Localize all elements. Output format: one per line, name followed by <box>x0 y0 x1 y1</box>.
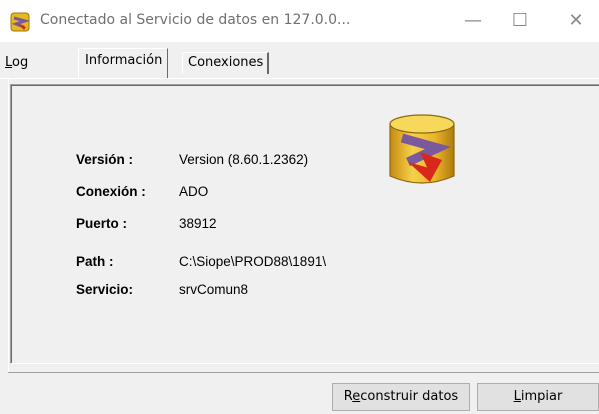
clear-button[interactable]: Limpiar <box>477 383 599 411</box>
tab-log-label-post: og <box>12 55 29 70</box>
tab-informacion-label: Información <box>85 53 163 68</box>
tab-informacion[interactable]: Información <box>78 48 169 78</box>
close-icon: ✕ <box>568 10 584 31</box>
tab-log-mnemonic: L <box>5 55 13 70</box>
maximize-icon: ☐ <box>511 10 529 31</box>
tab-page-border-bottom <box>8 372 599 373</box>
service-label: Servicio: <box>76 282 134 297</box>
minimize-icon: — <box>464 10 482 31</box>
database-logo-icon <box>389 114 455 184</box>
clear-mnemonic: L <box>513 389 521 404</box>
tab-conexiones-label: Conexiones <box>188 55 264 70</box>
version-label: Versión : <box>76 152 134 167</box>
port-label: Puerto : <box>76 216 128 231</box>
connection-label: Conexión : <box>76 184 146 199</box>
clear-label-post: impiar <box>520 389 563 404</box>
tab-log[interactable]: Log <box>2 53 31 75</box>
path-value: C:\Siope\PROD88\1891\ <box>179 254 327 269</box>
path-label: Path : <box>76 254 114 269</box>
window-title: Conectado al Servicio de datos en 127.0.… <box>40 12 351 28</box>
tab-page-border-left <box>8 78 9 372</box>
service-value: srvComun8 <box>179 282 249 297</box>
maximize-button[interactable]: ☐ <box>497 0 543 42</box>
rebuild-data-button[interactable]: Reconstruir datos <box>332 383 470 411</box>
tab-page-border-top <box>0 78 599 79</box>
rebuild-label-post: construir datos <box>360 389 459 404</box>
version-value: Version (8.60.1.2362) <box>179 152 309 167</box>
port-value: 38912 <box>179 216 217 231</box>
title-bar: Conectado al Servicio de datos en 127.0.… <box>0 0 599 42</box>
rebuild-label-pre: R <box>343 389 353 404</box>
close-button[interactable]: ✕ <box>553 0 599 42</box>
database-app-icon <box>10 12 30 32</box>
minimize-button[interactable]: — <box>450 0 496 42</box>
connection-value: ADO <box>179 184 209 199</box>
tab-conexiones[interactable]: Conexiones <box>182 52 270 74</box>
tab-strip: Log Información Conexiones <box>0 42 599 78</box>
